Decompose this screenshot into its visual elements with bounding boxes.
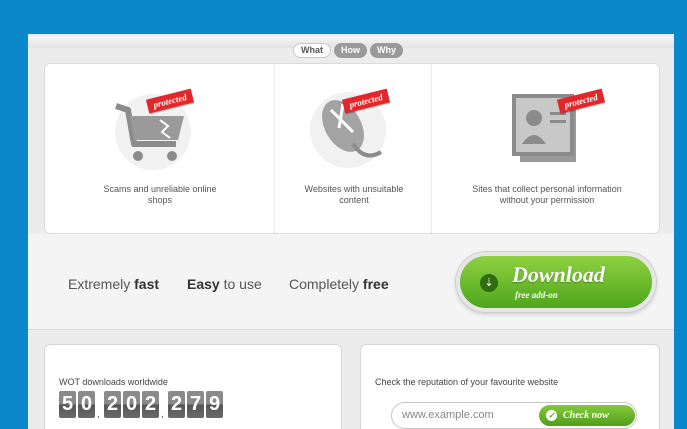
counter-digit: 7 [187, 391, 204, 418]
counter-digit: 5 [59, 391, 76, 418]
protection-content: protected Websites with unsuitable conte… [274, 64, 432, 235]
downloads-counter: 5 0 , 2 0 2 , 2 7 9 [59, 391, 223, 420]
protection-privacy: protected Sites that collect personal in… [432, 64, 661, 235]
downloads-counter-box: WOT downloads worldwide 5 0 , 2 0 2 , 2 … [44, 344, 342, 429]
reputation-label: Check the reputation of your favourite w… [375, 377, 559, 387]
counter-digit: 2 [142, 391, 159, 418]
download-button[interactable]: ⇣ Download free add-on [456, 252, 656, 312]
feature-fast: Extremely fast [68, 276, 160, 292]
counter-separator: , [97, 409, 100, 420]
tab-what[interactable]: What [293, 43, 331, 58]
tab-bar: What How Why [293, 43, 403, 58]
counter-digit: 9 [206, 391, 223, 418]
counter-separator: , [161, 409, 164, 420]
counter-digit: 2 [168, 391, 185, 418]
protection-panel: protected Scams and unreliable online sh… [44, 63, 661, 235]
check-now-label: Check now [563, 410, 609, 421]
check-now-button[interactable]: ✓ Check now [539, 405, 635, 426]
counter-digit: 0 [123, 391, 140, 418]
tab-why[interactable]: Why [370, 43, 403, 58]
protection-caption: Sites that collect personal information … [472, 184, 622, 205]
download-subtitle: free add-on [515, 290, 558, 300]
reputation-box: Check the reputation of your favourite w… [360, 344, 660, 429]
feature-free: Completely free [289, 276, 389, 292]
counter-digit: 0 [78, 391, 95, 418]
protection-caption: Scams and unreliable online shops [103, 184, 217, 205]
counter-digit: 2 [104, 391, 121, 418]
download-title: Download [512, 262, 605, 287]
tab-how[interactable]: How [334, 43, 367, 58]
downloads-label: WOT downloads worldwide [59, 377, 168, 387]
feature-easy: Easy to use [187, 276, 262, 292]
download-arrow-icon: ⇣ [480, 274, 498, 292]
checkmark-icon: ✓ [546, 410, 557, 421]
protection-caption: Websites with unsuitable content [304, 184, 404, 205]
protection-shops: protected Scams and unreliable online sh… [45, 64, 274, 235]
